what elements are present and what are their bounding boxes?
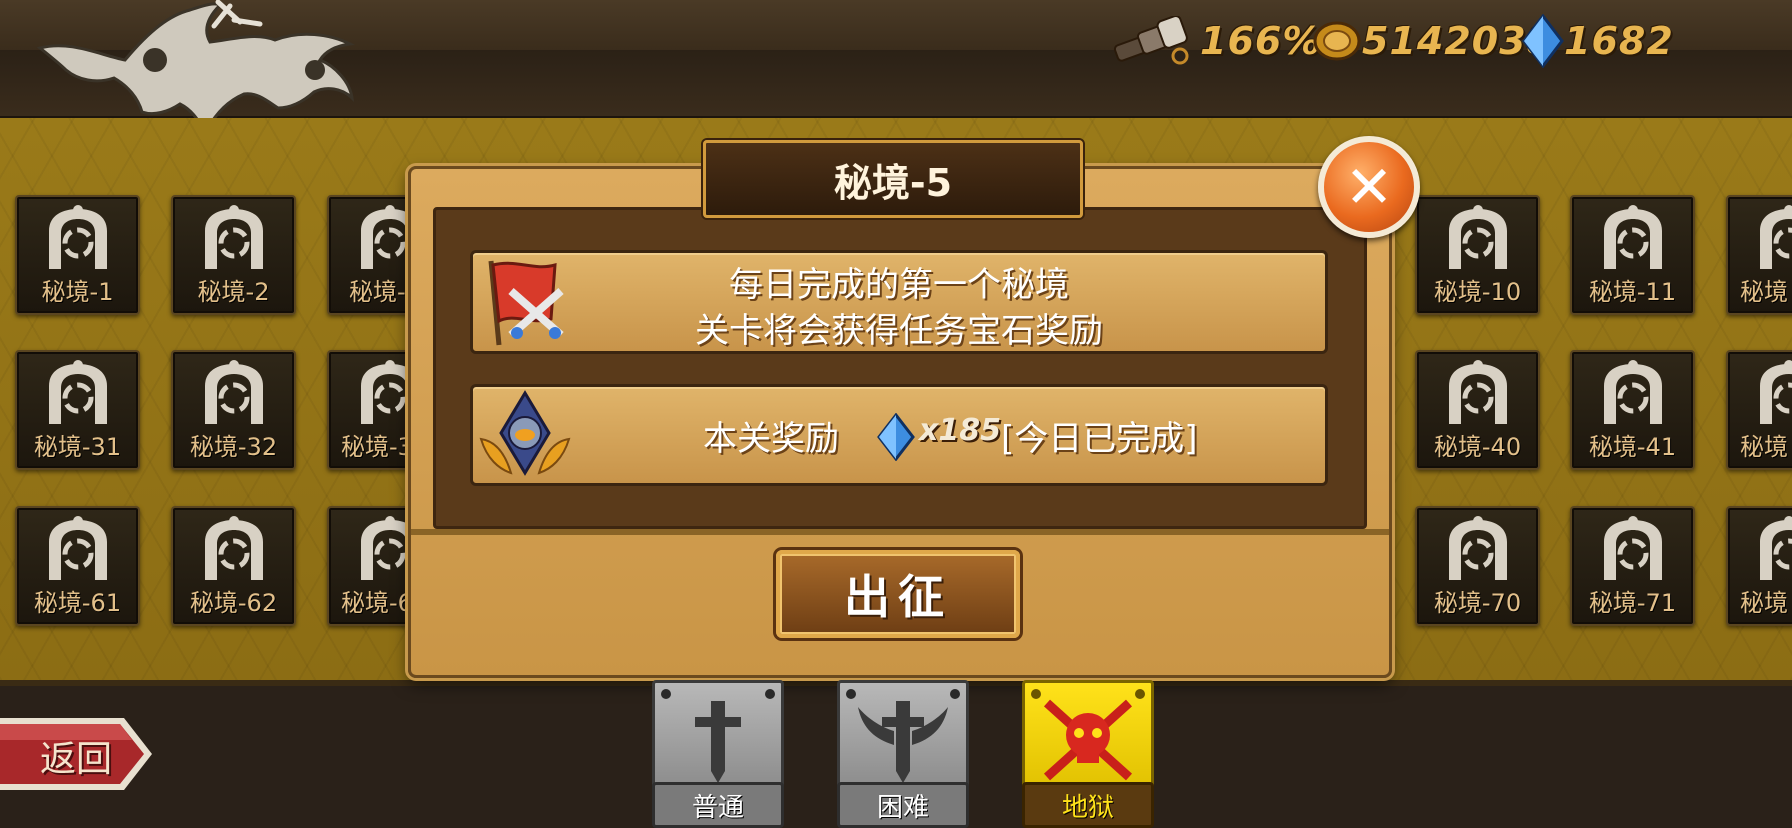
level-label: 秘境-1 xyxy=(41,278,114,306)
portal-icon xyxy=(205,205,263,269)
tab-label: 普通 xyxy=(652,782,784,828)
sword-icon xyxy=(695,701,741,783)
level-tile-31[interactable]: 秘境-31 xyxy=(15,350,140,470)
dialog-title-plate: 秘境-5 xyxy=(703,140,1083,218)
level-tile-62[interactable]: 秘境-62 xyxy=(171,506,296,626)
info-line-2: 关卡将会获得任务宝石奖励 xyxy=(695,311,1103,351)
level-tile-42[interactable]: 秘境 xyxy=(1726,350,1792,470)
portal-icon xyxy=(49,205,107,269)
reward-status: [今日已完成] xyxy=(1001,419,1198,459)
spyglass-value: 166% xyxy=(1200,19,1322,63)
dialog-divider xyxy=(411,529,1389,535)
level-tile-32[interactable]: 秘境-32 xyxy=(171,350,296,470)
level-label: 秘境-70 xyxy=(1433,589,1522,617)
tab-face xyxy=(1022,680,1154,796)
dialog-title: 秘境-5 xyxy=(833,160,953,205)
back-button[interactable]: 返回 xyxy=(0,714,154,794)
level-tile-41[interactable]: 秘境-41 xyxy=(1570,350,1695,470)
gem-icon xyxy=(1522,14,1564,68)
level-tile-1[interactable]: 秘境-1 xyxy=(15,195,140,315)
level-tile-70[interactable]: 秘境-70 xyxy=(1415,506,1540,626)
portal-icon xyxy=(49,516,107,580)
tab-label: 地狱 xyxy=(1022,782,1154,828)
tab-label: 困难 xyxy=(837,782,969,828)
winged-sword-icon xyxy=(858,701,948,783)
level-tile-10[interactable]: 秘境-10 xyxy=(1415,195,1540,315)
reward-label: 本关奖励 xyxy=(703,419,839,459)
level-tile-11[interactable]: 秘境-11 xyxy=(1570,195,1695,315)
gold-resource: 5142038 xyxy=(1312,16,1554,66)
level-label: 秘境 xyxy=(1740,433,1788,461)
gold-coin-icon xyxy=(1313,21,1361,61)
level-label: 秘境-40 xyxy=(1433,433,1522,461)
level-label: 秘境-41 xyxy=(1588,433,1677,461)
level-label: 秘境-11 xyxy=(1588,278,1677,306)
level-tile-71[interactable]: 秘境-71 xyxy=(1570,506,1695,626)
difficulty-tab-hard[interactable]: 困难 xyxy=(837,680,969,828)
level-tile-61[interactable]: 秘境-61 xyxy=(15,506,140,626)
portal-icon xyxy=(1604,360,1662,424)
portal-icon xyxy=(1760,360,1792,424)
level-tile-72[interactable]: 秘境 xyxy=(1726,506,1792,626)
level-label: 秘境-61 xyxy=(33,589,122,617)
reward-amount: x185 xyxy=(919,413,1001,448)
portal-icon xyxy=(1760,205,1792,269)
level-label: 秘境-71 xyxy=(1588,589,1677,617)
portal-icon xyxy=(205,360,263,424)
level-label: 秘境-2 xyxy=(197,278,270,306)
tab-face xyxy=(652,680,784,796)
info-line-1: 每日完成的第一个秘境 xyxy=(729,265,1069,305)
gems-value: 1682 xyxy=(1564,19,1674,63)
difficulty-tab-hell[interactable]: 地狱 xyxy=(1022,680,1154,828)
depart-button[interactable]: 出征 xyxy=(776,550,1020,638)
level-label: 秘境-32 xyxy=(189,433,278,461)
portal-icon xyxy=(1760,516,1792,580)
level-label: 秘境-10 xyxy=(1433,278,1522,306)
level-tile-2[interactable]: 秘境-2 xyxy=(171,195,296,315)
portal-icon xyxy=(1604,205,1662,269)
reward-row: 本关奖励 x185 [今日已完成] xyxy=(470,384,1328,486)
level-label: 秘境 xyxy=(1740,589,1788,617)
portal-icon xyxy=(1449,516,1507,580)
close-button[interactable]: ✕ xyxy=(1318,136,1420,238)
spyglass-resource: 166% xyxy=(1100,16,1321,66)
portal-icon xyxy=(1449,360,1507,424)
level-label: 秘境-62 xyxy=(189,589,278,617)
back-button-label: 返回 xyxy=(40,739,113,780)
depart-button-label: 出征 xyxy=(844,570,952,624)
portal-icon xyxy=(1449,205,1507,269)
level-tile-12[interactable]: 秘境 xyxy=(1726,195,1792,315)
reward-emblem-icon xyxy=(479,390,571,476)
spyglass-icon xyxy=(1113,16,1189,65)
level-tile-40[interactable]: 秘境-40 xyxy=(1415,350,1540,470)
portal-icon xyxy=(205,516,263,580)
skull-crossed-swords-icon xyxy=(1043,699,1133,781)
gem-icon xyxy=(877,413,915,461)
gems-resource: 1682 xyxy=(1522,14,1674,68)
tab-face xyxy=(837,680,969,796)
close-icon: ✕ xyxy=(1344,153,1394,221)
level-label: 秘境-31 xyxy=(33,433,122,461)
portal-icon xyxy=(49,360,107,424)
portal-icon xyxy=(1604,516,1662,580)
daily-info-row: 每日完成的第一个秘境 关卡将会获得任务宝石奖励 xyxy=(470,250,1328,354)
level-label: 秘境 xyxy=(1740,278,1788,306)
difficulty-tab-normal[interactable]: 普通 xyxy=(652,680,784,828)
